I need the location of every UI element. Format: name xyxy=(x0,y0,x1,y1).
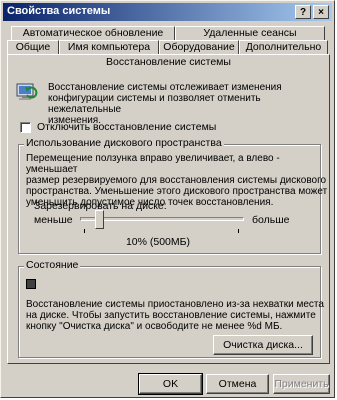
tab-advanced[interactable]: Дополнительно xyxy=(239,40,328,54)
slider-min-label: меньше xyxy=(34,214,73,226)
intro-text-line: конфигурации системы и позволяет отменит… xyxy=(48,93,261,115)
tab-auto-update[interactable]: Автоматическое обновление xyxy=(11,26,175,40)
tab-panel: Восстановление системы отслеживает измен… xyxy=(7,69,330,364)
slider-thumb[interactable] xyxy=(95,210,105,229)
slider-max-label: больше xyxy=(252,214,290,226)
slider-track xyxy=(80,217,244,221)
disk-usage-description-line: размер резервируемого для восстановления… xyxy=(26,175,327,186)
tab-remote-sessions[interactable]: Удаленные сеансы xyxy=(175,26,325,40)
status-text-line: кнопку "Очистка диска" и освободите не м… xyxy=(26,321,283,332)
intro-text: Восстановление системы отслеживает измен… xyxy=(48,82,329,126)
cancel-button[interactable]: Отмена xyxy=(206,374,269,394)
status-text-line: Восстановление системы приостановлено из… xyxy=(26,299,324,310)
status-text-line: на диске. Чтобы запустить восстановление… xyxy=(26,310,316,321)
disable-restore-label[interactable]: Отключить восстановление системы xyxy=(37,121,216,133)
tab-hardware[interactable]: Оборудование xyxy=(159,40,239,54)
status-text: Восстановление системы приостановлено из… xyxy=(26,299,324,332)
disk-usage-description-line: пространства. Уменьшение этого дискового… xyxy=(26,186,328,197)
disk-cleanup-button[interactable]: Очистка диска... xyxy=(213,335,313,355)
disk-space-slider[interactable] xyxy=(80,210,244,234)
status-legend: Состояние xyxy=(24,259,81,271)
disk-usage-description-line: Перемещение ползунка вправо увеличивает,… xyxy=(26,153,280,175)
slider-value-text: 10% (500МБ) xyxy=(125,236,191,248)
tab-system-restore-label: Восстановление системы xyxy=(106,56,231,68)
disk-usage-legend: Использование дискового пространства xyxy=(24,137,224,149)
system-properties-window: Свойства системы ? × Автоматическое обно… xyxy=(0,0,335,398)
tab-computer-name[interactable]: Имя компьютера xyxy=(59,40,159,54)
help-button[interactable]: ? xyxy=(295,5,311,19)
slider-tick-max xyxy=(238,229,239,233)
ok-button[interactable]: OK xyxy=(138,373,203,395)
close-button[interactable]: × xyxy=(313,5,329,19)
apply-button[interactable]: Применить xyxy=(273,374,330,394)
slider-tick-min xyxy=(84,229,85,233)
title-bar[interactable]: Свойства системы ? × xyxy=(3,3,332,21)
status-stop-icon xyxy=(26,279,36,289)
tab-general[interactable]: Общие xyxy=(7,40,59,54)
tab-system-restore[interactable]: Восстановление системы xyxy=(7,54,330,70)
disable-restore-checkbox[interactable] xyxy=(20,122,31,133)
intro-text-line: Восстановление системы отслеживает измен… xyxy=(48,82,282,93)
system-restore-icon xyxy=(16,82,38,102)
window-title: Свойства системы xyxy=(7,5,111,17)
